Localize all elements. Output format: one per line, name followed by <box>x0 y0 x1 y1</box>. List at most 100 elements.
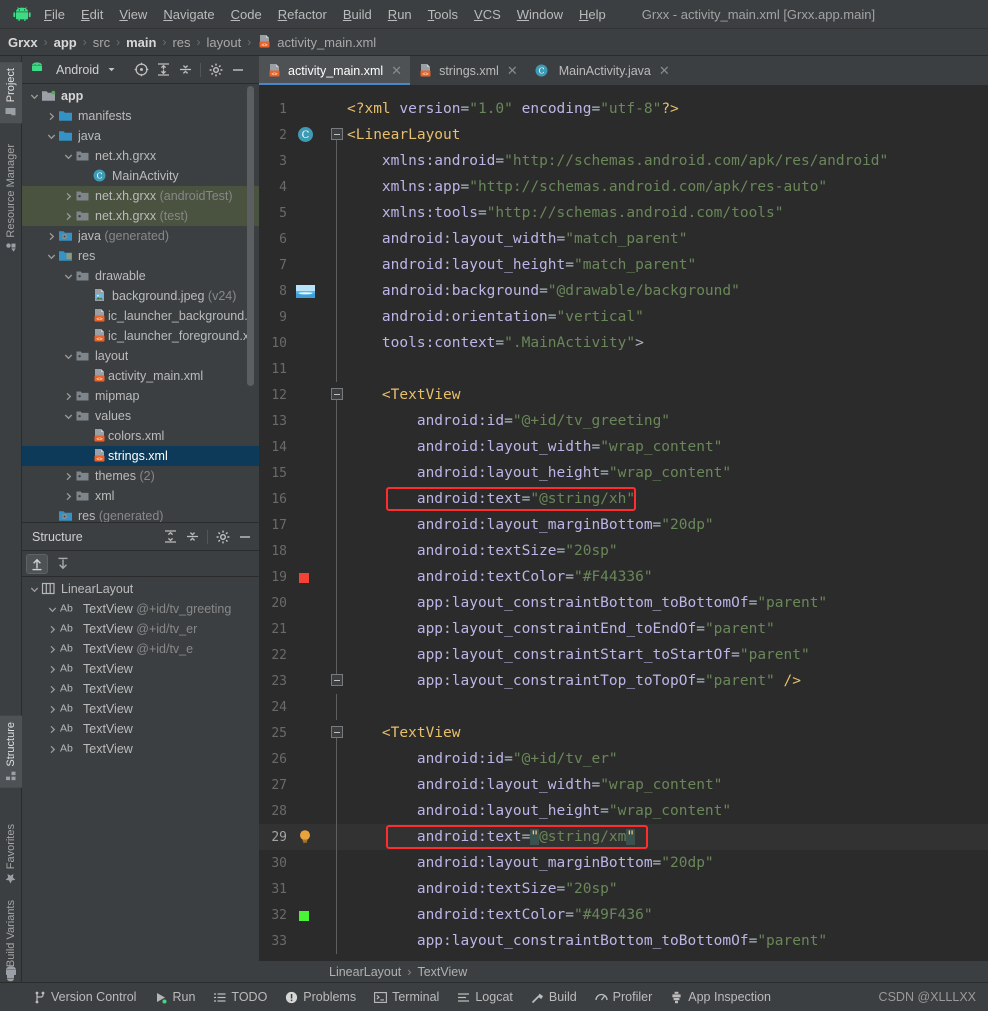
editor-gutter[interactable] <box>295 96 325 122</box>
fold-column[interactable] <box>325 252 347 278</box>
fold-column[interactable] <box>325 200 347 226</box>
editor-gutter[interactable] <box>295 928 325 954</box>
menu-item-window[interactable]: Window <box>509 4 571 25</box>
code-line[interactable]: 20 app:layout_constraintBottom_toBottomO… <box>259 590 988 616</box>
code-line[interactable]: 3 xmlns:android="http://schemas.android.… <box>259 148 988 174</box>
fold-column[interactable] <box>325 590 347 616</box>
expand-all-icon[interactable] <box>153 60 173 80</box>
collapse-all-icon[interactable] <box>175 60 195 80</box>
fold-column[interactable] <box>325 330 347 356</box>
code-line[interactable]: 30 android:layout_marginBottom="20dp" <box>259 850 988 876</box>
code-line[interactable]: 11 <box>259 356 988 382</box>
chevron-down-icon[interactable] <box>46 605 59 614</box>
tree-node[interactable]: app <box>22 86 259 106</box>
fold-column[interactable] <box>325 850 347 876</box>
tree-node[interactable]: background.jpeg (v24) <box>22 286 259 306</box>
tree-node[interactable]: mipmap <box>22 386 259 406</box>
code-editor[interactable]: 1 <?xml version="1.0" encoding="utf-8"?> 2… <box>259 86 988 960</box>
chevron-down-icon[interactable] <box>45 252 58 261</box>
code-line[interactable]: 6 android:layout_width="match_parent" <box>259 226 988 252</box>
hide-icon[interactable] <box>228 60 248 80</box>
fold-collapse-icon[interactable] <box>331 128 343 140</box>
code-line[interactable]: 32 android:textColor="#49F436" <box>259 902 988 928</box>
fold-column[interactable] <box>325 876 347 902</box>
code-line[interactable]: 5 xmlns:tools="http://schemas.android.co… <box>259 200 988 226</box>
code-line[interactable]: 12 <TextView <box>259 382 988 408</box>
status-item-problems[interactable]: Problems <box>276 987 365 1007</box>
status-item-run[interactable]: Run <box>145 987 204 1007</box>
status-item-app-inspection[interactable]: App Inspection <box>661 987 780 1007</box>
code-line[interactable]: 7 android:layout_height="match_parent" <box>259 252 988 278</box>
editor-gutter[interactable] <box>295 564 325 590</box>
chevron-down-icon[interactable] <box>101 60 121 80</box>
tree-node[interactable]: res (generated) <box>22 506 259 522</box>
fold-column[interactable] <box>325 798 347 824</box>
tree-node[interactable]: net.xh.grxx <box>22 146 259 166</box>
editor-gutter[interactable] <box>295 434 325 460</box>
editor-gutter[interactable] <box>295 486 325 512</box>
chevron-right-icon[interactable] <box>62 472 75 481</box>
sidebar-item-favorites[interactable]: Favorites <box>0 818 22 890</box>
editor-gutter[interactable] <box>295 174 325 200</box>
fold-column[interactable] <box>325 902 347 928</box>
editor-gutter[interactable] <box>295 512 325 538</box>
code-line[interactable]: 19 android:textColor="#F44336" <box>259 564 988 590</box>
tree-node[interactable]: <> ic_launcher_background. <box>22 306 259 326</box>
editor-gutter[interactable] <box>295 616 325 642</box>
scroll-to-source-icon[interactable] <box>52 554 74 574</box>
editor-gutter[interactable] <box>295 538 325 564</box>
chevron-right-icon[interactable] <box>46 745 59 754</box>
project-tree[interactable]: app manifests java net.xh.grxx C MainActivity… <box>22 84 259 522</box>
chevron-down-icon[interactable] <box>62 412 75 421</box>
code-line[interactable]: 10 tools:context=".MainActivity"> <box>259 330 988 356</box>
tree-node[interactable]: java (generated) <box>22 226 259 246</box>
code-line[interactable]: 2 C <LinearLayout <box>259 122 988 148</box>
tree-node[interactable]: manifests <box>22 106 259 126</box>
code-line[interactable]: 18 android:textSize="20sp" <box>259 538 988 564</box>
menu-item-build[interactable]: Build <box>335 4 380 25</box>
editor-breadcrumb-item[interactable]: LinearLayout <box>329 965 401 979</box>
tree-node[interactable]: xml <box>22 486 259 506</box>
editor-gutter[interactable] <box>295 278 325 304</box>
select-opened-file-icon[interactable] <box>131 60 151 80</box>
tree-node[interactable]: <> colors.xml <box>22 426 259 446</box>
editor-gutter[interactable] <box>295 668 325 694</box>
gear-icon[interactable] <box>213 527 233 547</box>
code-line[interactable]: 27 android:layout_width="wrap_content" <box>259 772 988 798</box>
fold-column[interactable] <box>325 512 347 538</box>
intention-bulb-icon[interactable] <box>298 829 312 845</box>
sidebar-item-resource-manager[interactable]: Resource Manager <box>0 138 22 259</box>
fold-column[interactable] <box>325 486 347 512</box>
menu-item-refactor[interactable]: Refactor <box>270 4 335 25</box>
code-line[interactable]: 4 xmlns:app="http://schemas.android.com/… <box>259 174 988 200</box>
editor-gutter[interactable] <box>295 850 325 876</box>
structure-node[interactable]: Ab TextView <box>22 659 259 679</box>
fold-column[interactable] <box>325 642 347 668</box>
code-line[interactable]: 31 android:textSize="20sp" <box>259 876 988 902</box>
tree-node[interactable]: net.xh.grxx (androidTest) <box>22 186 259 206</box>
editor-gutter[interactable] <box>295 304 325 330</box>
fold-column[interactable] <box>325 148 347 174</box>
menu-item-edit[interactable]: Edit <box>73 4 111 25</box>
breadcrumb-item-src[interactable]: src <box>93 35 110 50</box>
editor-gutter[interactable] <box>295 824 325 850</box>
chevron-down-icon[interactable] <box>28 585 41 594</box>
chevron-right-icon[interactable] <box>62 212 75 221</box>
chevron-right-icon[interactable] <box>46 645 59 654</box>
chevron-right-icon[interactable] <box>62 392 75 401</box>
code-line[interactable]: 29 android:text="@string/xm" <box>259 824 988 850</box>
editor-gutter[interactable] <box>295 226 325 252</box>
chevron-right-icon[interactable] <box>46 665 59 674</box>
fold-column[interactable] <box>325 720 347 746</box>
fold-collapse-icon[interactable] <box>331 726 343 738</box>
editor-gutter[interactable] <box>295 720 325 746</box>
tree-node[interactable]: <> strings.xml <box>22 446 259 466</box>
fold-column[interactable] <box>325 824 347 850</box>
fold-column[interactable] <box>325 226 347 252</box>
structure-node[interactable]: Ab TextView @+id/tv_er <box>22 619 259 639</box>
menu-item-view[interactable]: View <box>111 4 155 25</box>
close-icon[interactable]: ✕ <box>659 63 670 79</box>
expand-all-icon[interactable] <box>160 527 180 547</box>
tree-node[interactable]: net.xh.grxx (test) <box>22 206 259 226</box>
editor-gutter[interactable] <box>295 772 325 798</box>
